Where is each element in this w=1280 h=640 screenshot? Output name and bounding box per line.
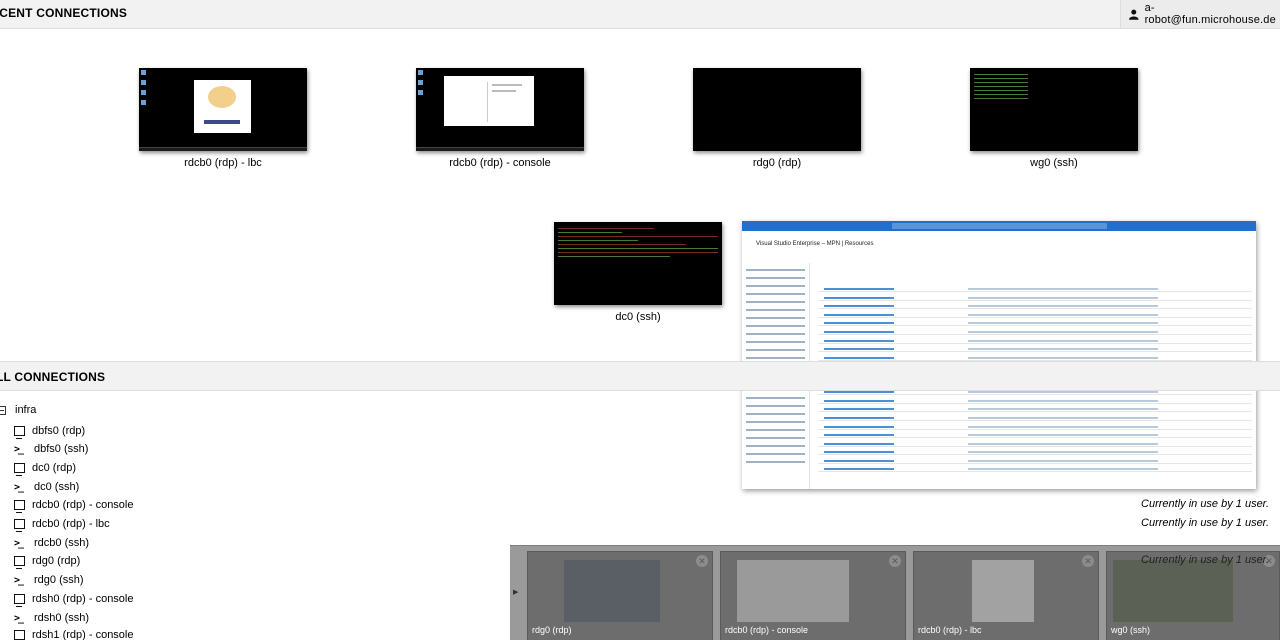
connection-label: rdcb0 (rdp) - lbc [32,518,110,530]
connection-label: rdg0 (ssh) [34,574,84,586]
connection-thumbnail[interactable] [693,68,861,151]
ssh-icon: >_ [14,612,24,624]
all-connections-header: LL CONNECTIONS [0,361,1280,391]
connection-label: dbfs0 (ssh) [34,443,89,455]
connection-label: rdcb0 (ssh) [34,537,90,549]
username: a-robot@fun.microhouse.de [1144,2,1276,26]
session-thumbnail[interactable]: ✕ rdg0 (rdp) [527,551,713,640]
group-label: infra [15,404,37,416]
connection-name: dc0 (ssh) [615,311,661,323]
recent-connection[interactable]: rdcb0 (rdp) - console [416,68,584,169]
ssh-icon: >_ [14,443,24,455]
recent-connection[interactable]: rdcb0 (rdp) - lbc [139,68,307,169]
connection-item[interactable]: >_ rdcb0 (ssh) [14,537,89,549]
recent-connections-title: ECENT CONNECTIONS [0,6,128,20]
connection-label: dbfs0 (rdp) [32,425,86,437]
connection-thumbnail[interactable] [554,222,722,305]
ssh-icon: >_ [14,481,24,493]
connection-item[interactable]: dbfs0 (rdp) [14,425,86,439]
close-icon[interactable]: ✕ [696,555,708,567]
connection-item[interactable]: rdsh1 (rdp) - console [14,629,134,640]
rdp-icon [14,556,25,569]
user-menu[interactable]: a-robot@fun.microhouse.de [1120,0,1280,28]
connection-thumbnail[interactable] [139,68,307,151]
in-use-notice: Currently in use by 1 user. [1141,517,1269,529]
connection-label: dc0 (rdp) [32,462,77,474]
connection-item[interactable]: rdcb0 (rdp) - console [14,499,134,513]
rdp-icon [14,426,25,439]
preview-title: Visual Studio Enterprise – MPN | Resourc… [756,241,874,247]
connection-item[interactable]: dc0 (rdp) [14,462,77,476]
connection-thumbnail[interactable] [416,68,584,151]
user-icon [1129,9,1139,20]
session-label: rdg0 (rdp) [532,625,572,635]
connection-item[interactable]: >_ rdsh0 (ssh) [14,612,89,624]
connection-preview-popup: Visual Studio Enterprise – MPN | Resourc… [742,221,1256,489]
connection-name: rdcb0 (rdp) - console [449,157,551,169]
in-use-notice: Currently in use by 1 user. [1141,554,1269,566]
rdp-icon [14,500,25,513]
connection-name: rdcb0 (rdp) - lbc [184,157,262,169]
connection-label: rdg0 (rdp) [32,555,81,567]
connection-name: rdg0 (rdp) [752,157,802,169]
recent-connection[interactable]: rdg0 (rdp) [693,68,861,169]
close-icon[interactable]: ✕ [1082,555,1094,567]
connection-item[interactable]: rdg0 (rdp) [14,555,81,569]
close-icon[interactable]: ✕ [889,555,901,567]
rdp-icon [14,519,25,532]
rdp-icon [14,463,25,476]
session-thumbnail[interactable]: ✕ rdcb0 (rdp) - lbc [913,551,1099,640]
recent-connection[interactable]: dc0 (ssh) [554,222,722,323]
connection-name: wg0 (ssh) [1030,157,1078,169]
session-thumbnail[interactable]: ✕ rdcb0 (rdp) - console [720,551,906,640]
collapse-icon[interactable] [0,405,6,415]
connection-item[interactable]: >_ rdg0 (ssh) [14,574,84,586]
connection-item[interactable]: rdcb0 (rdp) - lbc [14,518,110,532]
connection-label: rdsh0 (rdp) - console [32,593,134,605]
connection-item[interactable]: >_ dbfs0 (ssh) [14,443,88,455]
tree-group-infra[interactable]: infra [0,404,36,416]
connection-label: rdcb0 (rdp) - console [32,499,134,511]
connection-thumbnail[interactable] [970,68,1138,151]
connection-label: dc0 (ssh) [34,481,80,493]
connection-item[interactable]: >_ dc0 (ssh) [14,481,79,493]
session-label: rdcb0 (rdp) - lbc [918,625,982,635]
in-use-notice: Currently in use by 1 user. [1141,498,1269,510]
recent-connections-header: ECENT CONNECTIONS a-robot@fun.microhouse… [0,0,1280,29]
expand-arrow-icon[interactable]: ▶ [513,588,518,596]
all-connections-title: LL CONNECTIONS [0,370,106,384]
connection-label: rdsh0 (ssh) [34,612,90,624]
ssh-icon: >_ [14,574,24,586]
connection-item[interactable]: rdsh0 (rdp) - console [14,593,134,607]
session-label: wg0 (ssh) [1111,625,1151,635]
ssh-icon: >_ [14,537,24,549]
rdp-icon [14,594,25,607]
connection-label: rdsh1 (rdp) - console [32,629,134,640]
rdp-icon [14,630,25,640]
session-label: rdcb0 (rdp) - console [725,625,809,635]
recent-connection[interactable]: wg0 (ssh) [970,68,1138,169]
